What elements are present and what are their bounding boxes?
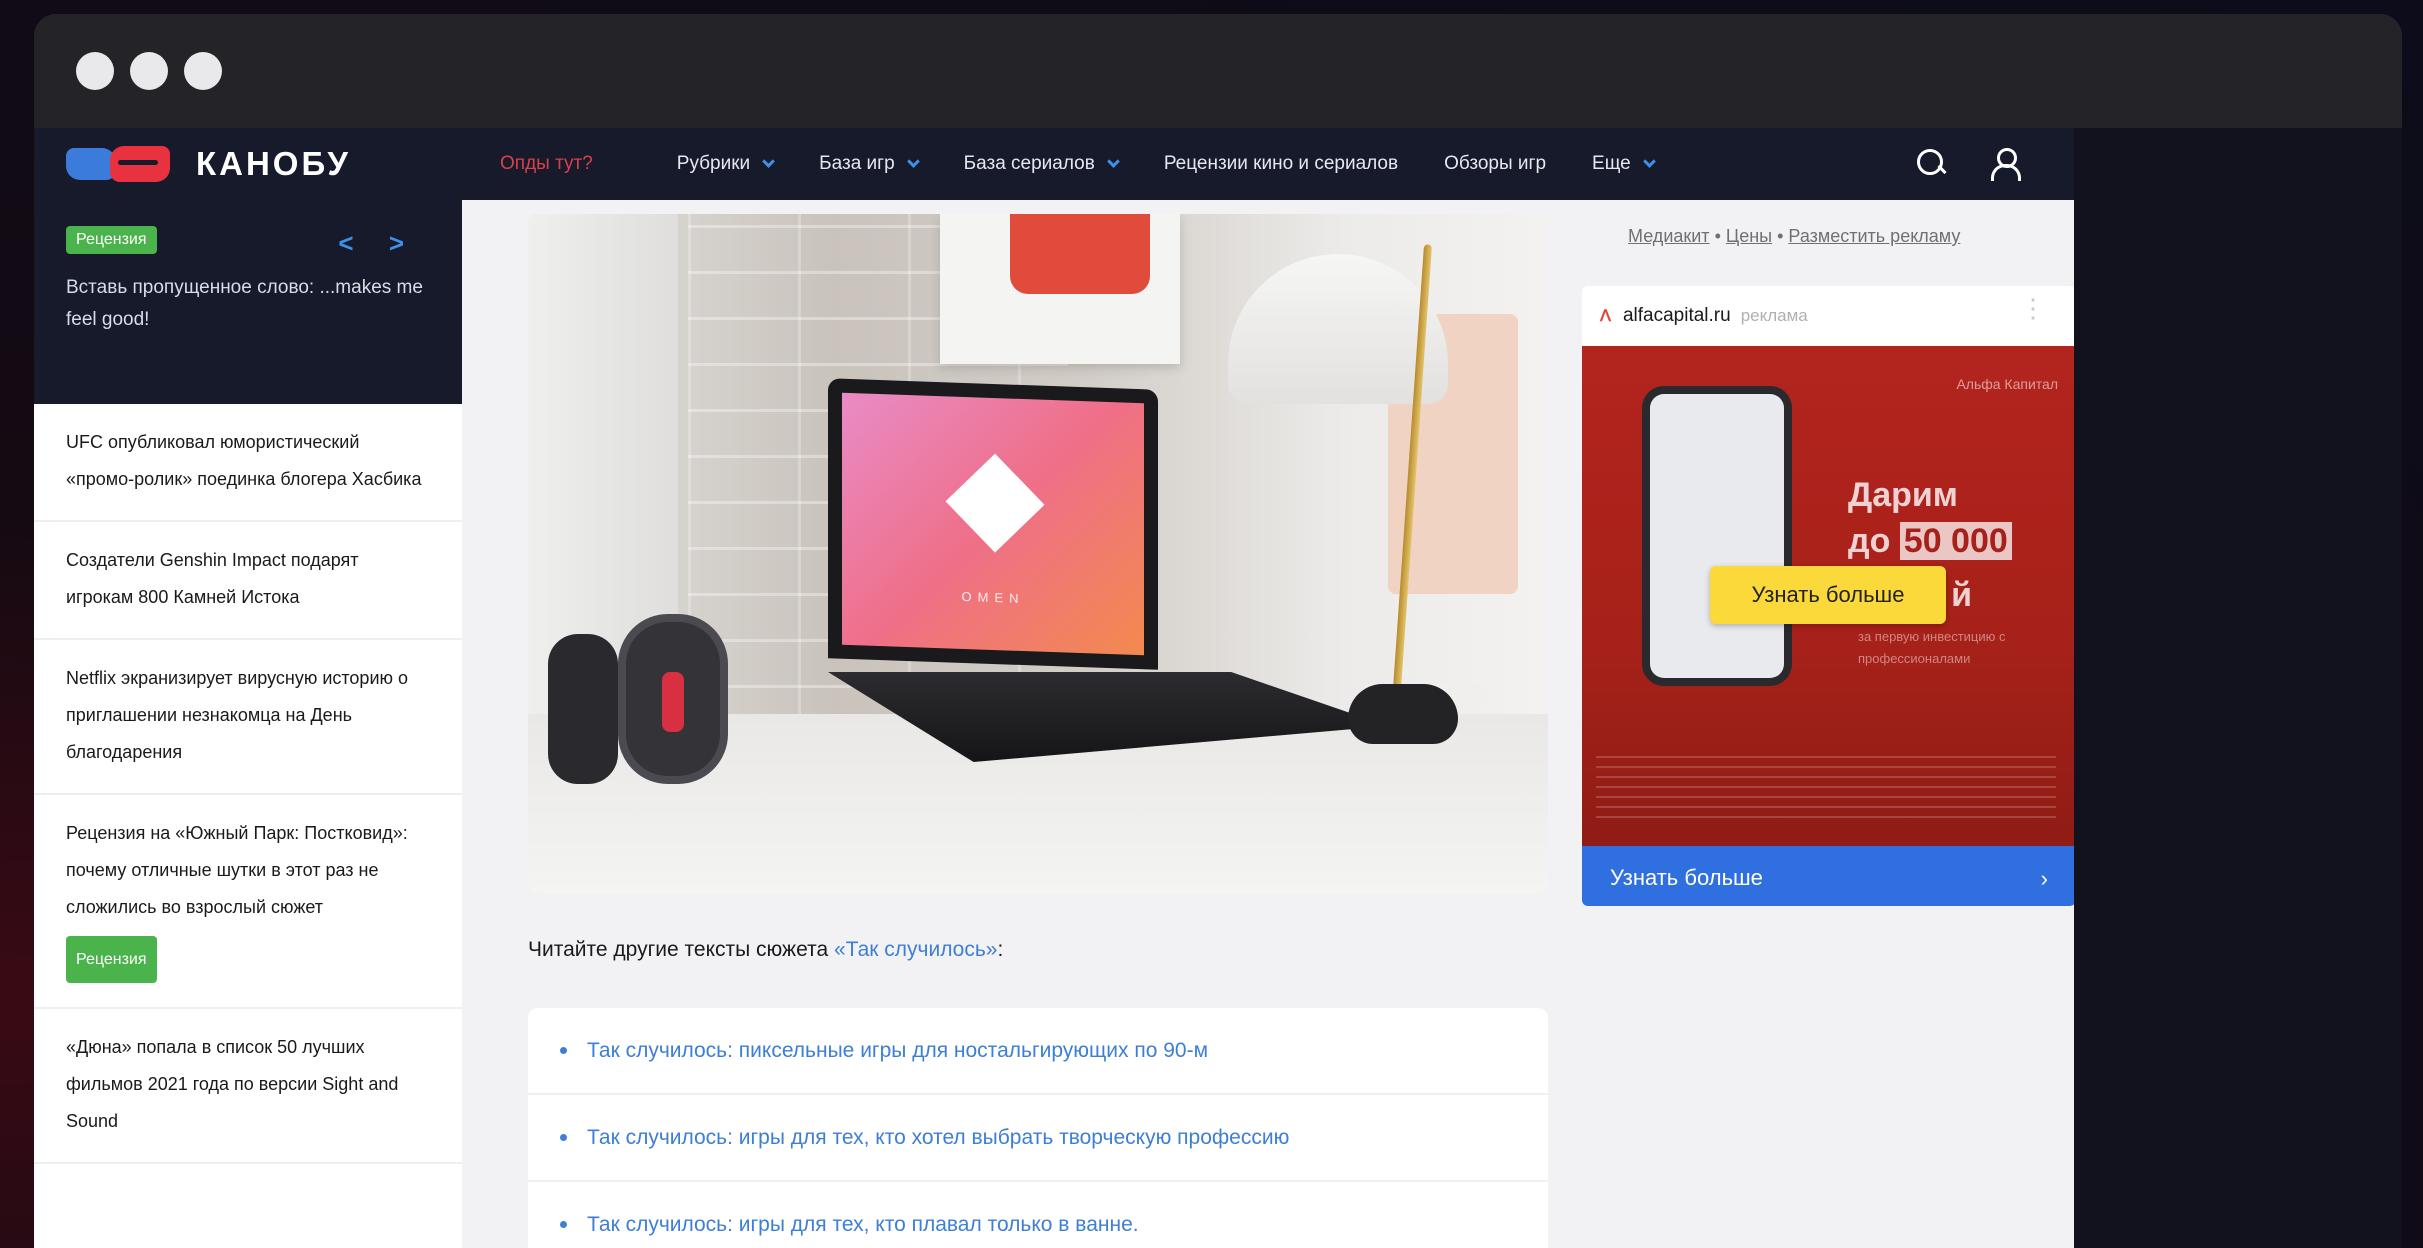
separator: • (1772, 226, 1789, 246)
place-ad-link[interactable]: Разместить рекламу (1788, 226, 1960, 246)
learn-more-button[interactable]: Узнать больше › (1582, 846, 2074, 906)
bullet-icon (560, 1134, 567, 1141)
bullet-icon (560, 1221, 567, 1228)
read-more-line: Читайте другие тексты сюжета «Так случил… (528, 938, 1003, 962)
carousel-arrows[interactable]: < > (338, 228, 418, 259)
nav-item-label: Опды тут? (500, 153, 593, 174)
top-navigation: КАНОБУ Опды тут? Рубрики База игр База с… (34, 128, 2074, 200)
review-badge: Рецензия (66, 936, 157, 983)
ad-header: ᐱ alfacapital.ru реклама ⋮ (1582, 286, 2074, 346)
news-item-text: Создатели Genshin Impact подарят игрокам… (66, 550, 359, 607)
ad-promo-line2: до 50 000 (1848, 522, 2012, 561)
news-item-text: «Дюна» попала в список 50 лучших фильмов… (66, 1037, 399, 1131)
prices-link[interactable]: Цены (1726, 226, 1772, 246)
list-item[interactable]: Так случилось: игры для тех, кто хотел в… (528, 1095, 1548, 1182)
search-icon[interactable] (1914, 146, 1948, 180)
news-item-text: Netflix экранизирует вирусную историю о … (66, 668, 409, 762)
news-item[interactable]: Создатели Genshin Impact подарят игрокам… (34, 522, 462, 640)
article-hero-image: OMEN (528, 214, 1548, 894)
site-logo[interactable]: КАНОБУ (66, 142, 351, 186)
maximize-window-button[interactable] (184, 52, 222, 90)
ad-links: Медиакит • Цены • Разместить рекламу (1628, 226, 1960, 247)
nav-item-game-reviews[interactable]: Обзоры игр (1444, 153, 1546, 175)
news-sidebar: Рецензия < > Вставь пропущенное слово: .… (34, 200, 462, 1248)
nav-item-more[interactable]: Еще (1592, 153, 1656, 175)
chevron-down-icon (906, 154, 920, 168)
nav-item-label: Еще (1592, 153, 1631, 174)
site: КАНОБУ Опды тут? Рубрики База игр База с… (34, 128, 2074, 1248)
mediakit-link[interactable]: Медиакит (1628, 226, 1710, 246)
ad-promo-prefix: до (1848, 522, 1900, 560)
learn-more-overlay-label: Узнать больше (1751, 582, 1905, 607)
chevron-down-icon (1642, 154, 1656, 168)
nav-item-label: База сериалов (963, 153, 1095, 174)
story-link[interactable]: «Так случилось» (834, 938, 997, 961)
read-more-suffix: : (997, 938, 1004, 961)
omen-logo-icon (945, 453, 1045, 553)
news-item[interactable]: Netflix экранизирует вирусную историю о … (34, 640, 462, 795)
nav-item-reviews-movies[interactable]: Рецензии кино и сериалов (1164, 153, 1398, 175)
nav-item-series-db[interactable]: База сериалов (963, 153, 1120, 175)
nav-item-oldy[interactable]: Опды тут? (500, 153, 593, 175)
news-item-text: UFC опубликовал юмористический «промо-ро… (66, 432, 422, 489)
related-link[interactable]: Так случилось: игры для тех, кто плавал … (587, 1213, 1139, 1237)
featured-news-text: Вставь пропущенное слово: ...makes me fe… (66, 277, 423, 330)
news-item-text: Рецензия на «Южный Парк: Постковид»: поч… (66, 823, 408, 917)
gaming-mouse (1348, 684, 1458, 744)
nav-item-rubrics[interactable]: Рубрики (676, 153, 776, 175)
ad-tag: реклама (1740, 306, 1808, 325)
news-item[interactable]: «Дюна» попала в список 50 лучших фильмов… (34, 1009, 462, 1164)
title-bar (34, 14, 2402, 128)
ad-promo-amount: 50 000 (1899, 522, 2012, 560)
related-link[interactable]: Так случилось: пиксельные игры для носта… (587, 1039, 1208, 1063)
laptop: OMEN (828, 378, 1158, 670)
ad-promo-line1: Дарим (1848, 476, 1958, 514)
ad-subtext: за первую инвестицию с профессионалами (1858, 629, 2006, 666)
chevron-down-icon (762, 154, 776, 168)
learn-more-overlay-button[interactable]: Узнать больше й (1710, 566, 1972, 624)
advertiser-domain[interactable]: alfacapital.ru (1623, 305, 1731, 327)
news-item[interactable]: Рецензия на «Южный Парк: Постковид»: поч… (34, 795, 462, 1009)
nav-item-label: Обзоры игр (1444, 153, 1547, 174)
window-controls (76, 52, 222, 90)
screen-brand: OMEN (961, 588, 1025, 607)
more-options-icon[interactable]: ⋮ (2020, 295, 2046, 321)
learn-more-label: Узнать больше (1610, 865, 1763, 890)
list-item[interactable]: Так случилось: игры для тех, кто плавал … (528, 1182, 1548, 1248)
minimize-window-button[interactable] (130, 52, 168, 90)
alfa-logo-icon: ᐱ (1600, 308, 1611, 325)
nav-item-games-db[interactable]: База игр (819, 153, 920, 175)
list-item[interactable]: Так случилось: пиксельные игры для носта… (528, 1008, 1548, 1095)
nav-item-label: Рецензии кино и сериалов (1163, 153, 1399, 174)
nav-actions (1914, 146, 2022, 181)
chevron-right-icon: › (2040, 866, 2048, 891)
headphones (548, 594, 768, 794)
nav-menu: Опды тут? Рубрики База игр База сериалов… (500, 128, 1700, 200)
phone-mockup (1642, 386, 1792, 686)
user-icon[interactable] (1988, 146, 2022, 181)
nav-item-label: База игр (819, 153, 895, 174)
news-item[interactable]: UFC опубликовал юмористический «промо-ро… (34, 404, 462, 522)
nav-item-label: Рубрики (676, 153, 751, 174)
wall-poster (940, 214, 1180, 364)
separator: • (1709, 226, 1726, 246)
related-link[interactable]: Так случилось: игры для тех, кто хотел в… (587, 1126, 1289, 1150)
ad-brand: Альфа Капитал (1956, 376, 2058, 392)
logo-text: КАНОБУ (196, 145, 351, 182)
ad-column: Медиакит • Цены • Разместить рекламу ᐱ a… (1582, 200, 2074, 1248)
featured-news[interactable]: Рецензия < > Вставь пропущенное слово: .… (34, 200, 462, 404)
logo-hands-icon (66, 142, 178, 186)
bullet-icon (560, 1047, 567, 1054)
review-badge: Рецензия (66, 226, 157, 254)
chevron-down-icon (1106, 154, 1120, 168)
ad-fine-print (1596, 756, 2056, 826)
close-window-button[interactable] (76, 52, 114, 90)
browser-window: КАНОБУ Опды тут? Рубрики База игр База с… (34, 14, 2402, 1248)
ad-image[interactable]: Альфа Капитал Дарим до 50 000 за первую … (1582, 346, 2074, 846)
read-more-prefix: Читайте другие тексты сюжета (528, 938, 834, 961)
ad-banner[interactable]: ᐱ alfacapital.ru реклама ⋮ Альфа Капитал… (1582, 286, 2074, 906)
ad-promo-suffix: й (1951, 575, 1972, 614)
related-links-list: Так случилось: пиксельные игры для носта… (528, 1008, 1548, 1248)
page-viewport: КАНОБУ Опды тут? Рубрики База игр База с… (34, 128, 2402, 1248)
